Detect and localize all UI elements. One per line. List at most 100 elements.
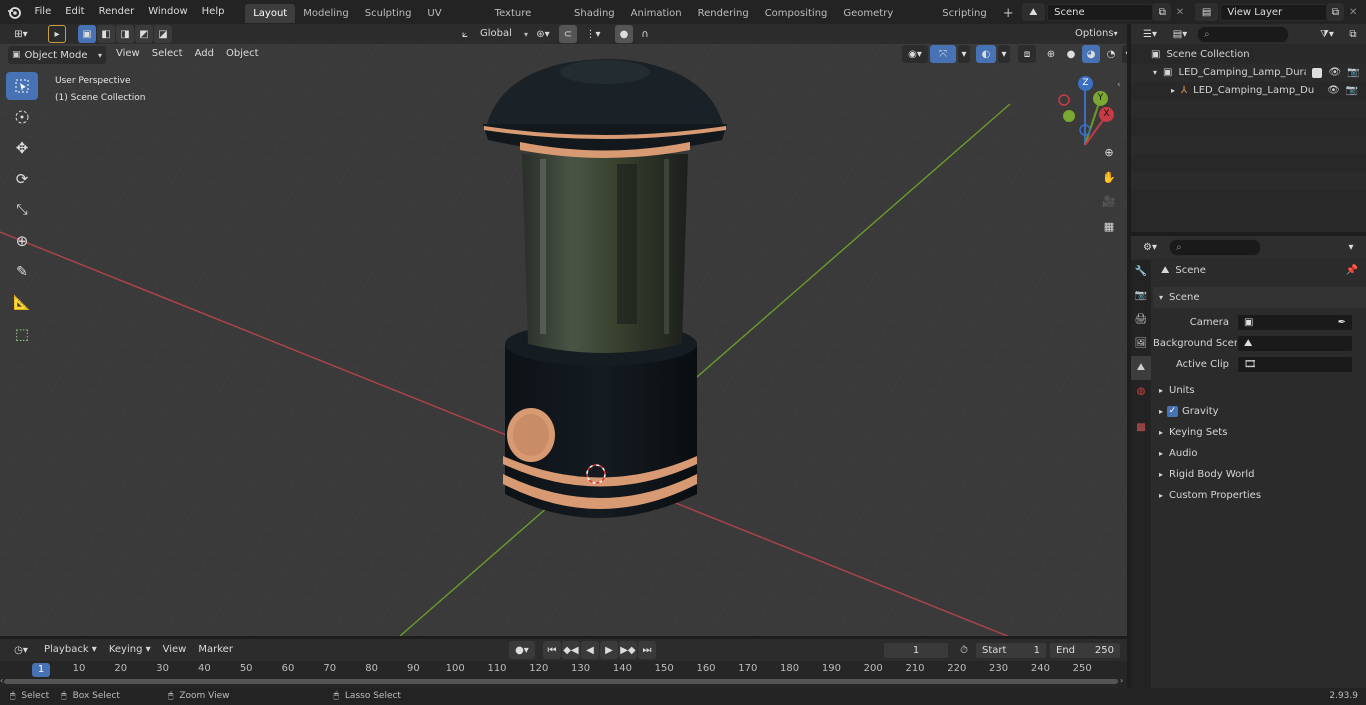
tab-uv-editing[interactable]: UV Editing <box>419 4 486 38</box>
play-reverse-icon[interactable]: ◀ <box>580 641 599 659</box>
snap-icon[interactable]: ⊂ <box>559 25 577 43</box>
zoom-icon[interactable]: ⊕ <box>1099 143 1119 163</box>
options-button[interactable]: Options ▾ <box>1069 25 1123 43</box>
playback-menu[interactable]: Playback ▾ <box>38 641 103 659</box>
cursor-tool-icon[interactable] <box>6 103 38 131</box>
camera-icon[interactable]: 📷 <box>1347 64 1359 82</box>
snap-target-icon[interactable]: ⋮▾ <box>580 25 606 43</box>
render-tab-icon[interactable]: 📷 <box>1131 284 1151 308</box>
select-subtract-icon[interactable]: ◨ <box>116 25 134 43</box>
outliner-search-input[interactable]: ⌕ <box>1197 25 1289 43</box>
scene-icon[interactable]: ⛰ <box>1021 3 1046 21</box>
current-frame-marker[interactable]: 1 <box>32 663 50 677</box>
properties-options-icon[interactable]: ▾ <box>1342 238 1360 256</box>
scroll-left-arrow-icon[interactable]: ‹ <box>0 676 3 685</box>
select-extend-icon[interactable]: ◧ <box>97 25 115 43</box>
gizmo-toggle-icon[interactable]: ⤧ <box>930 45 956 63</box>
world-tab-icon[interactable]: ◍ <box>1131 380 1151 404</box>
play-icon[interactable]: ▶ <box>599 641 618 659</box>
perspective-grid-icon[interactable]: ▦ <box>1099 217 1119 237</box>
tab-animation[interactable]: Animation <box>623 4 690 23</box>
close-scene-icon[interactable]: ✕ <box>1171 3 1189 21</box>
outliner-editor-icon[interactable]: ☰▾ <box>1137 25 1163 43</box>
record-icon[interactable]: ●▾ <box>508 641 535 659</box>
shading-rendered-icon[interactable]: ◔ <box>1102 45 1120 63</box>
annotate-tool-icon[interactable]: ✎ <box>6 258 38 286</box>
scroll-right-arrow-icon[interactable]: › <box>1120 676 1123 685</box>
eye-icon[interactable]: 👁 <box>1327 82 1340 100</box>
tab-layout[interactable]: Layout <box>245 3 296 23</box>
gizmo-dropdown-icon[interactable]: ▾ <box>958 45 970 63</box>
panel-gravity[interactable]: ▸ ✓ Gravity <box>1153 401 1366 422</box>
expand-arrow-icon[interactable]: ▾ <box>1153 64 1157 82</box>
shading-material-icon[interactable]: ◕ <box>1082 45 1100 63</box>
new-collection-icon[interactable]: ⧉ <box>1344 25 1362 43</box>
eye-icon[interactable]: 👁 <box>1328 64 1341 82</box>
tab-rendering[interactable]: Rendering <box>690 4 757 23</box>
gizmo-z-label[interactable]: Z <box>1078 76 1093 91</box>
tab-modeling[interactable]: Modeling <box>295 4 357 23</box>
view-layer-tab-icon[interactable]: 🖼 <box>1131 332 1151 356</box>
tab-compositing[interactable]: Compositing <box>757 4 836 23</box>
next-keyframe-icon[interactable]: ▶◆ <box>618 641 637 659</box>
menu-edit[interactable]: Edit <box>58 0 91 24</box>
filter-icon[interactable]: ⧩▾ <box>1314 25 1340 43</box>
close-view-layer-icon[interactable]: ✕ <box>1344 3 1362 21</box>
overlay-toggle-icon[interactable]: ◐ <box>976 45 996 63</box>
properties-editor-icon[interactable]: ⚙▾ <box>1137 238 1163 256</box>
camera-icon[interactable]: 📷 <box>1346 82 1358 100</box>
scene-tab-icon[interactable]: ⛰ <box>1131 356 1151 380</box>
stopwatch-icon[interactable]: ⏱ <box>955 641 973 659</box>
texture-tab-icon[interactable]: ▩ <box>1131 416 1151 440</box>
gravity-checkbox-icon[interactable]: ✓ <box>1167 406 1179 417</box>
viewport-menu-view[interactable]: View <box>110 44 146 64</box>
view-layer-field[interactable]: View Layer <box>1220 3 1327 21</box>
transform-tool-icon[interactable]: ⊕ <box>6 227 38 255</box>
prev-keyframe-icon[interactable]: ◆◀ <box>561 641 580 659</box>
outliner-row-collection[interactable]: ▾ ▣ LED_Camping_Lamp_Duracel 👁 📷 <box>1131 64 1366 82</box>
collapse-arrow-icon[interactable]: ‹ <box>1117 80 1121 90</box>
scale-tool-icon[interactable]: ⤡ <box>6 196 38 224</box>
xray-icon[interactable]: ⧈ <box>1018 45 1036 63</box>
transform-orientation[interactable]: ⟀ Global ▾ <box>456 25 528 43</box>
add-workspace-button[interactable]: + <box>995 4 1022 23</box>
rotate-tool-icon[interactable]: ⟳ <box>6 165 38 193</box>
pan-hand-icon[interactable]: ✋ <box>1099 168 1119 188</box>
viewport-menu-object[interactable]: Object <box>220 44 265 64</box>
properties-search-input[interactable]: ⌕ <box>1169 238 1261 256</box>
shading-wireframe-icon[interactable]: ⊕ <box>1042 45 1060 63</box>
viewport-menu-add[interactable]: Add <box>189 44 220 64</box>
pivot-icon[interactable]: ⊛▾ <box>530 25 556 43</box>
menu-file[interactable]: File <box>28 0 59 24</box>
select-invert-icon[interactable]: ◩ <box>135 25 153 43</box>
output-tab-icon[interactable]: 🖨 <box>1131 308 1151 332</box>
tab-scripting[interactable]: Scripting <box>934 4 994 23</box>
visibility-icon[interactable]: ◉▾ <box>902 45 928 63</box>
panel-rigid-body-world[interactable]: ▸ Rigid Body World <box>1153 464 1366 485</box>
add-cube-tool-icon[interactable]: ⬚ <box>6 320 38 348</box>
measure-tool-icon[interactable]: 📐 <box>6 289 38 317</box>
camera-view-icon[interactable]: 🎥 <box>1099 192 1119 212</box>
jump-start-icon[interactable]: ⏮ <box>542 641 561 659</box>
panel-keying-sets[interactable]: ▸ Keying Sets <box>1153 422 1366 443</box>
shading-solid-icon[interactable]: ● <box>1062 45 1080 63</box>
eyedropper-icon[interactable]: ✒ <box>1338 315 1346 330</box>
background-scene-field[interactable]: ⛰ <box>1237 335 1353 352</box>
camera-field[interactable]: ▣ ✒ <box>1237 314 1353 331</box>
outliner-row-scene-collection[interactable]: ▣ Scene Collection <box>1131 46 1366 64</box>
orientation-dropdown[interactable]: Global <box>474 25 524 43</box>
display-mode-icon[interactable]: ▤▾ <box>1167 25 1193 43</box>
tab-texture-paint[interactable]: Texture Paint <box>487 4 566 38</box>
end-frame-field[interactable]: End 250 <box>1049 641 1121 659</box>
viewport-menu-select[interactable]: Select <box>146 44 189 64</box>
current-frame-field[interactable]: 1 <box>883 641 949 659</box>
pin-icon[interactable]: 📌 <box>1346 260 1358 281</box>
panel-audio[interactable]: ▸ Audio <box>1153 443 1366 464</box>
panel-scene-header[interactable]: ▾ Scene <box>1153 287 1366 308</box>
keying-menu[interactable]: Keying ▾ <box>102 641 157 659</box>
panel-custom-properties[interactable]: ▸ Custom Properties <box>1153 485 1366 506</box>
timeline-scrollbar[interactable] <box>4 679 1118 684</box>
menu-render[interactable]: Render <box>92 0 142 24</box>
select-intersect-icon[interactable]: ◪ <box>154 25 172 43</box>
menu-help[interactable]: Help <box>195 0 232 24</box>
